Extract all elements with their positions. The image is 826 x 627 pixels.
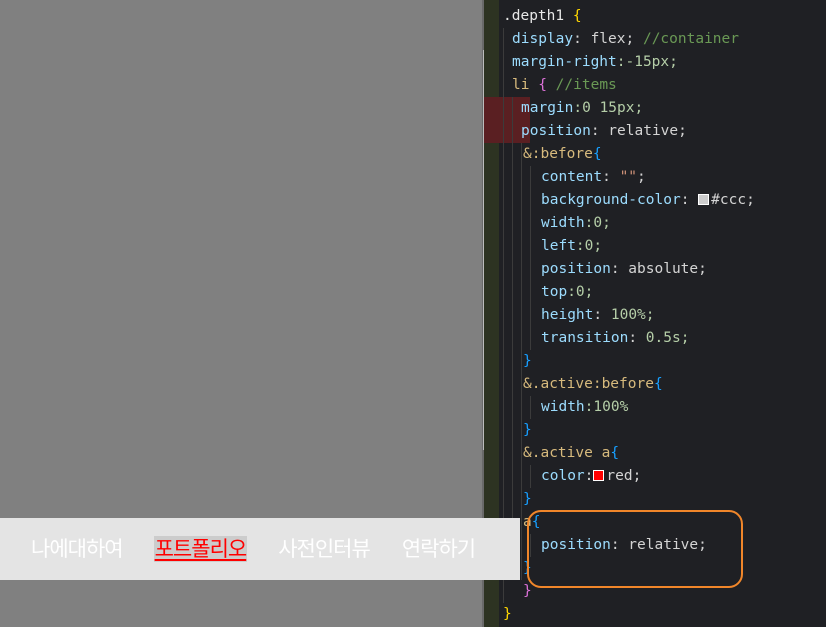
- code-editor[interactable]: .depth1 { display: flex; //container mar…: [484, 0, 826, 627]
- code-line: left:0;: [484, 235, 826, 258]
- code-line: }: [484, 603, 826, 626]
- brace: }: [503, 606, 512, 622]
- property: margin: [521, 100, 574, 116]
- menu-item-about[interactable]: 나에대하여: [30, 536, 124, 562]
- code-line: top:0;: [484, 281, 826, 304]
- code-line: position: relative;: [484, 120, 826, 143]
- color-swatch-ccc[interactable]: [698, 194, 710, 205]
- brace: {: [529, 77, 547, 93]
- value: #ccc;: [711, 192, 755, 208]
- code-line: width:0;: [484, 212, 826, 235]
- property: transition: [541, 330, 629, 346]
- value: 0.5s;: [637, 330, 690, 346]
- code-line: &.active a{: [484, 442, 826, 465]
- brace: }: [523, 353, 532, 369]
- value: :100%: [584, 399, 629, 415]
- property: background-color: [541, 192, 681, 208]
- code-line: width:100%: [484, 396, 826, 419]
- brace: {: [610, 445, 620, 461]
- ampersand: &: [523, 146, 532, 162]
- code-line: color: red;: [484, 465, 826, 488]
- value: :0;: [575, 238, 603, 254]
- code-line: margin:0 15px;: [484, 97, 826, 120]
- ampersand: &: [523, 376, 532, 392]
- code-line: &:before{: [484, 143, 826, 166]
- brace: {: [531, 514, 541, 530]
- menu-item-interview[interactable]: 사전인터뷰: [277, 536, 371, 562]
- value: flex;: [581, 31, 635, 47]
- brace: }: [523, 583, 532, 599]
- code-line: content: "";: [484, 166, 826, 189]
- string: "": [610, 169, 638, 185]
- value: :0;: [584, 215, 611, 231]
- comment: //container: [634, 31, 739, 47]
- selector-depth1: .depth1: [503, 8, 565, 24]
- depth1-menu: 나에대하여 포트폴리오 사전인터뷰 연락하기: [0, 518, 520, 580]
- brace: {: [653, 376, 663, 392]
- property: margin-right: [512, 54, 617, 70]
- code-line: }: [484, 557, 826, 580]
- selector-active-a: .active a: [531, 445, 611, 461]
- value: relative;: [619, 537, 707, 553]
- code-line: }: [484, 580, 826, 603]
- value: :0;: [567, 284, 594, 300]
- code-lines: .depth1 { display: flex; //container mar…: [484, 5, 826, 626]
- value: relative;: [599, 123, 687, 139]
- brace: }: [523, 560, 532, 576]
- semicolon: ;: [637, 169, 646, 185]
- property: width: [541, 399, 585, 415]
- pseudo-before: :before: [531, 146, 593, 162]
- code-line: .depth1 {: [484, 5, 826, 28]
- code-line: li { //items: [484, 74, 826, 97]
- brace: }: [523, 422, 532, 438]
- value: absolute;: [619, 261, 707, 277]
- brace: {: [564, 8, 582, 24]
- code-line: display: flex; //container: [484, 28, 826, 51]
- code-line: }: [484, 419, 826, 442]
- code-line: position: relative;: [484, 534, 826, 557]
- property: content: [541, 169, 603, 185]
- ampersand: &: [523, 445, 532, 461]
- property: position: [541, 537, 611, 553]
- code-line: transition: 0.5s;: [484, 327, 826, 350]
- code-line: background-color: #ccc;: [484, 189, 826, 212]
- menu-item-portfolio[interactable]: 포트폴리오: [153, 536, 248, 562]
- selector-li: li: [512, 77, 530, 93]
- code-line: &.active:before{: [484, 373, 826, 396]
- property: color: [541, 468, 585, 484]
- comment: //items: [546, 77, 617, 93]
- color-swatch-red[interactable]: [593, 470, 605, 481]
- property: display: [512, 31, 574, 47]
- value: red;: [606, 468, 642, 484]
- value: :-15px;: [616, 54, 678, 70]
- code-line: }: [484, 350, 826, 373]
- property: position: [521, 123, 591, 139]
- property: top: [541, 284, 568, 300]
- code-line: position: absolute;: [484, 258, 826, 281]
- brace: }: [523, 491, 532, 507]
- selector-active-before: .active:before: [531, 376, 654, 392]
- selector-a: a: [523, 514, 532, 530]
- code-line: }: [484, 488, 826, 511]
- code-line: height: 100%;: [484, 304, 826, 327]
- value: 100%;: [602, 307, 655, 323]
- code-line: a{: [484, 511, 826, 534]
- property: width: [541, 215, 585, 231]
- property: left: [541, 238, 576, 254]
- code-line: margin-right:-15px;: [484, 51, 826, 74]
- property: height: [541, 307, 594, 323]
- menu-item-contact[interactable]: 연락하기: [401, 536, 476, 562]
- value: :0 15px;: [573, 100, 644, 116]
- property: position: [541, 261, 611, 277]
- brace: {: [592, 146, 602, 162]
